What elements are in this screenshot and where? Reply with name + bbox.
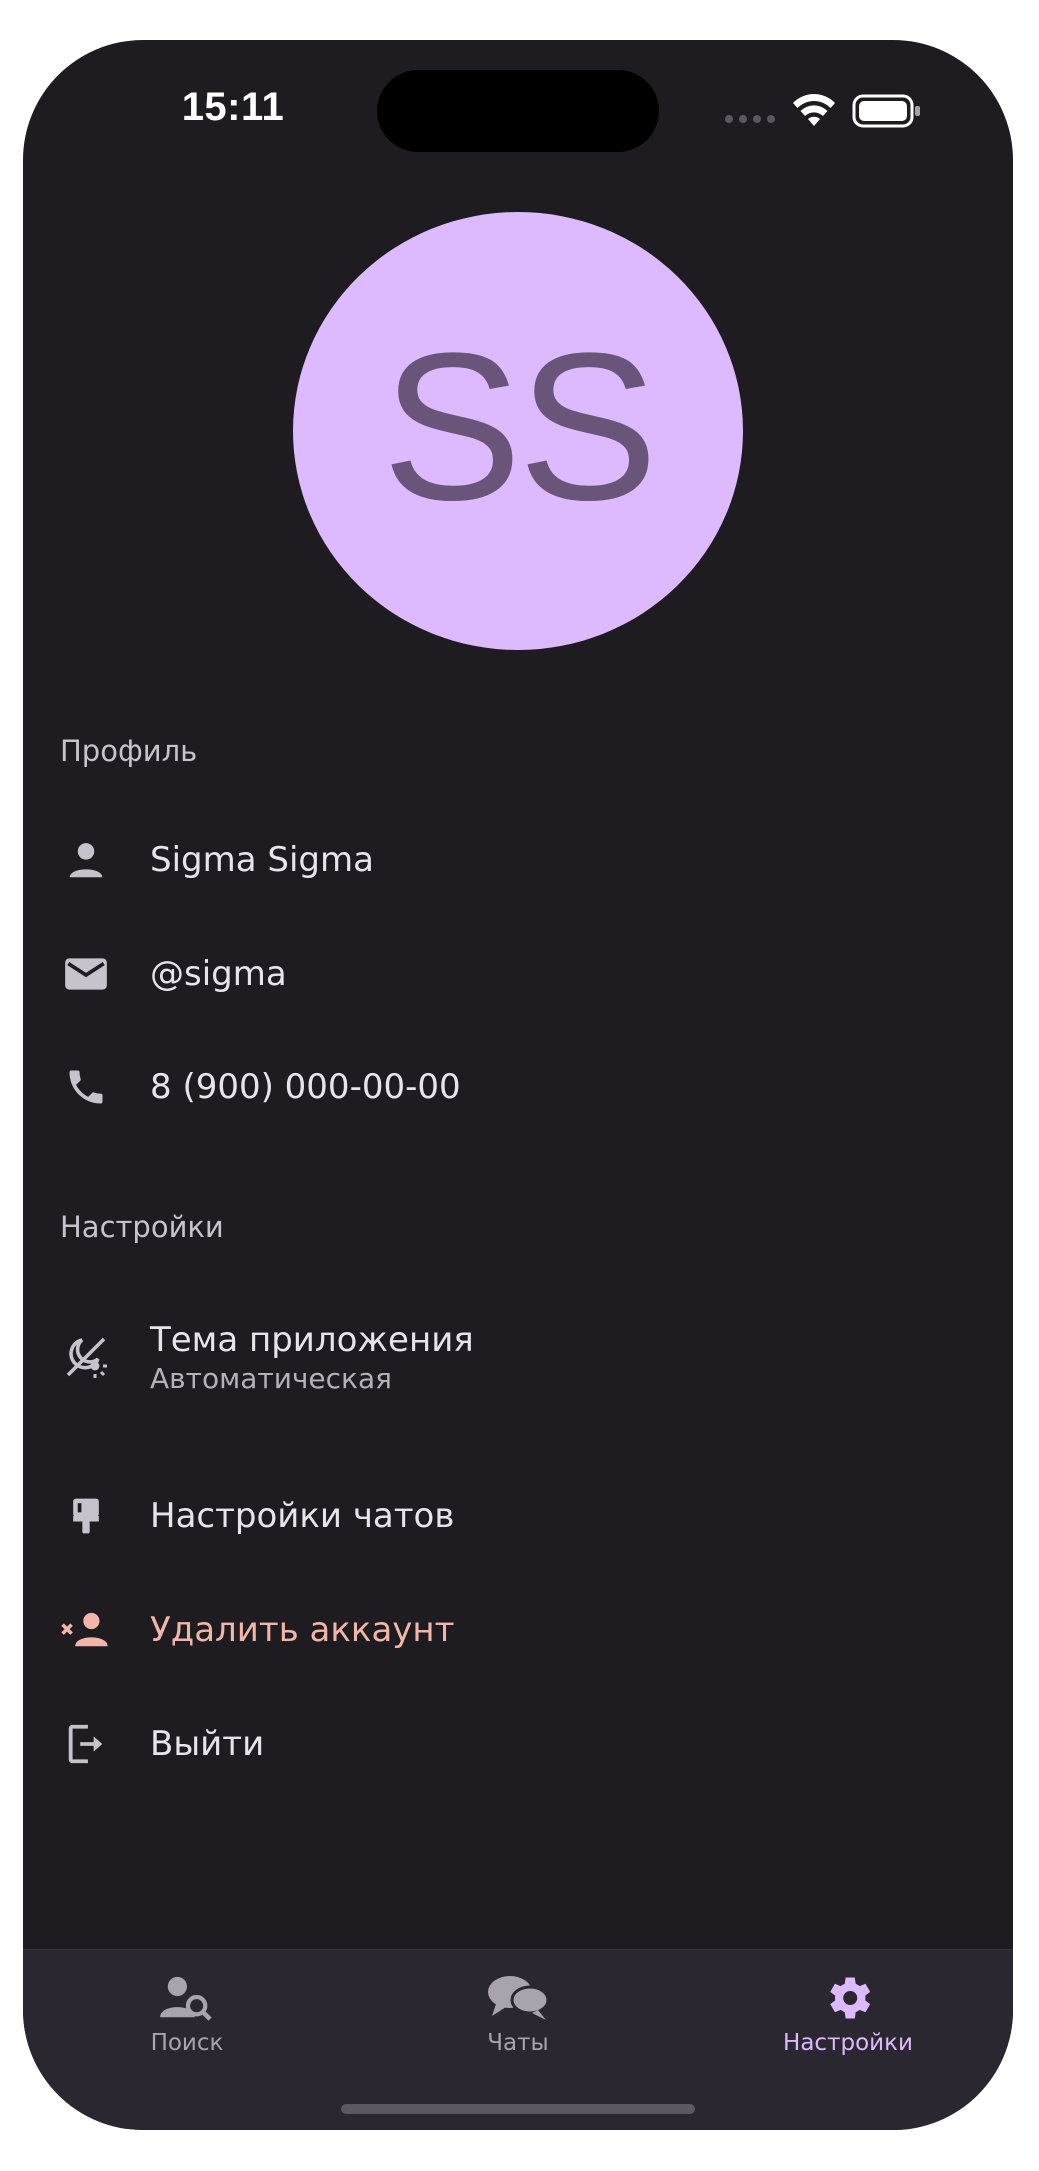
profile-phone: 8 (900) 000-00-00 — [150, 1067, 461, 1107]
avatar-initials: SS — [381, 309, 658, 544]
wifi-icon — [793, 94, 835, 126]
theme-icon — [59, 1330, 113, 1384]
tab-chats[interactable]: Чаты — [418, 1968, 618, 2056]
profile-username-row[interactable]: @sigma — [23, 926, 1013, 1022]
delete-account-label: Удалить аккаунт — [150, 1610, 455, 1650]
tab-settings-label: Настройки — [783, 2030, 913, 2056]
cellular-signal-icon — [725, 115, 775, 123]
logout-label: Выйти — [150, 1724, 265, 1764]
avatar[interactable]: SS — [293, 212, 743, 650]
tab-settings[interactable]: Настройки — [748, 1968, 948, 2056]
profile-phone-row[interactable]: 8 (900) 000-00-00 — [23, 1039, 1013, 1135]
remove-user-icon — [59, 1603, 113, 1657]
search-person-icon — [87, 1968, 287, 2028]
chat-settings-row[interactable]: Настройки чатов — [23, 1468, 1013, 1564]
theme-row[interactable]: Тема приложения Автоматическая — [23, 1302, 1013, 1412]
mail-icon — [59, 947, 113, 1001]
status-time: 15:11 — [181, 85, 285, 129]
logout-icon — [59, 1717, 113, 1771]
dynamic-island — [377, 70, 659, 152]
settings-section-title: Настройки — [60, 1210, 224, 1244]
chat-settings-label: Настройки чатов — [150, 1496, 455, 1536]
person-icon — [59, 833, 113, 887]
device-screen: 15:11 SS Профиль Sigma Sigma @sigma 8 (9… — [23, 40, 1013, 2130]
theme-label: Тема приложения — [150, 1320, 474, 1360]
battery-icon — [852, 94, 920, 128]
chats-icon — [418, 1968, 618, 2028]
theme-value: Автоматическая — [150, 1362, 392, 1395]
phone-icon — [59, 1060, 113, 1114]
tab-search-label: Поиск — [150, 2030, 224, 2056]
profile-username: @sigma — [150, 954, 287, 994]
gear-icon — [748, 1968, 948, 2028]
profile-name-row[interactable]: Sigma Sigma — [23, 812, 1013, 908]
profile-name: Sigma Sigma — [150, 840, 374, 880]
delete-account-row[interactable]: Удалить аккаунт — [23, 1582, 1013, 1678]
brush-icon — [59, 1489, 113, 1543]
tab-chats-label: Чаты — [487, 2030, 549, 2056]
home-indicator[interactable] — [341, 2104, 695, 2114]
logout-row[interactable]: Выйти — [23, 1696, 1013, 1792]
tab-search[interactable]: Поиск — [87, 1968, 287, 2056]
tab-bar: Поиск Чаты Настройки — [23, 1949, 1013, 2130]
profile-section-title: Профиль — [60, 734, 198, 768]
